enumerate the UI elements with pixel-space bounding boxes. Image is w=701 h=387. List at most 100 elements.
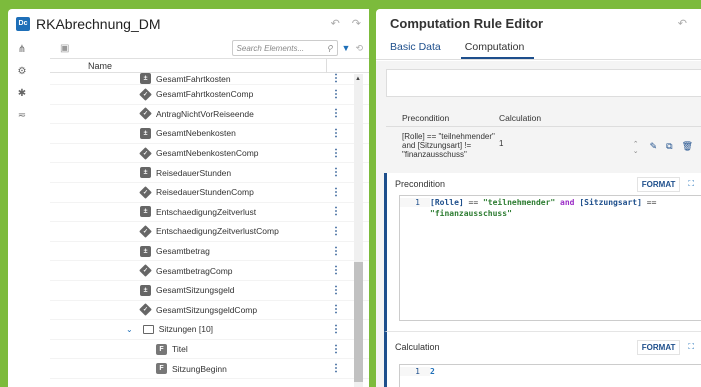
precondition-section: Precondition FORMAT ⛶ 1 [Rolle] == "teil… bbox=[384, 173, 701, 331]
precondition-editor[interactable]: 1 [Rolle] == "teilnehmender" and [Sitzun… bbox=[399, 195, 701, 321]
model-title: RKAbrechnung_DM bbox=[36, 15, 161, 32]
tree-row[interactable]: ± Gesamtbetrag ⋮ bbox=[50, 242, 369, 262]
calculation-editor[interactable]: 1 2 bbox=[399, 364, 701, 387]
calculator-icon: ± bbox=[140, 73, 151, 84]
more-options-icon[interactable]: ⋮ bbox=[331, 108, 341, 119]
chevron-down-icon[interactable]: ⌄ bbox=[126, 325, 133, 334]
copy-icon[interactable]: ⧉ bbox=[666, 141, 672, 155]
tab-basic-data[interactable]: Basic Data bbox=[390, 38, 441, 59]
tree-row[interactable]: ✓ ReisedauerStundenComp ⋮ bbox=[50, 183, 369, 203]
tree-row[interactable]: ✓ AntragNichtVorReiseende ⋮ bbox=[50, 105, 369, 125]
undo-icon[interactable]: ↶ bbox=[678, 17, 687, 30]
tree-row[interactable]: ✓ GesamtbetragComp ⋮ bbox=[50, 261, 369, 281]
more-options-icon[interactable]: ⋮ bbox=[331, 363, 341, 374]
more-options-icon[interactable]: ⋮ bbox=[331, 304, 341, 315]
field-icon: F bbox=[156, 343, 167, 355]
tree-row[interactable]: ± ReisedauerStunden ⋮ bbox=[50, 163, 369, 183]
more-options-icon[interactable]: ⋮ bbox=[331, 265, 341, 276]
tree-row[interactable]: ± EntschaedigungZeitverlust ⋮ bbox=[50, 203, 369, 223]
tree-row[interactable]: ± GesamtNebenkosten ⋮ bbox=[50, 124, 369, 144]
computation-rule-editor: Computation Rule Editor ↶ Basic Data Com… bbox=[376, 9, 701, 387]
diamond-icon: ✓ bbox=[139, 146, 152, 160]
scroll-up-icon[interactable]: ▲ bbox=[355, 76, 361, 82]
precondition-label: Precondition bbox=[395, 179, 446, 189]
search-placeholder: Search Elements... bbox=[236, 43, 305, 53]
calculation-section: Calculation FORMAT ⛶ 1 2 bbox=[384, 331, 701, 387]
more-options-icon[interactable]: ⋮ bbox=[331, 73, 341, 84]
expand-icon[interactable]: ⛶ bbox=[688, 179, 694, 189]
search-input[interactable]: Search Elements... ⚲ bbox=[231, 40, 338, 56]
calculation-column-header: Calculation bbox=[499, 112, 542, 123]
more-options-icon[interactable]: ⋮ bbox=[331, 128, 341, 139]
redo-icon[interactable]: ↷ bbox=[352, 17, 361, 30]
diamond-icon: ✓ bbox=[139, 264, 152, 278]
format-list-icon[interactable]: ≂ bbox=[18, 110, 26, 121]
more-options-icon[interactable]: ⋮ bbox=[331, 246, 341, 257]
tree-toolbar: ▣ Search Elements... ⚲ ▼ ⟲ bbox=[50, 38, 369, 59]
app-badge: Dc bbox=[16, 16, 30, 31]
row-calculation: 1 bbox=[499, 139, 504, 148]
editor-tabs: Basic Data Computation bbox=[376, 38, 701, 60]
tree-row[interactable]: ± GesamtSitzungsgeld ⋮ bbox=[50, 281, 369, 301]
search-icon[interactable]: ⚲ bbox=[327, 44, 333, 53]
line-number: 1 bbox=[400, 198, 430, 207]
calculator-icon: ± bbox=[140, 206, 151, 218]
description-box[interactable] bbox=[386, 69, 701, 97]
line-number: 1 bbox=[400, 367, 430, 376]
tree-row[interactable]: ✓ GesamtSitzungsgeldComp ⋮ bbox=[50, 301, 369, 321]
computation-content: Precondition Calculation [Rolle] == "tei… bbox=[376, 61, 701, 387]
gear-icon[interactable]: ⚙ bbox=[18, 66, 27, 77]
collapse-all-icon[interactable]: ▣ bbox=[60, 43, 69, 54]
hierarchy-icon[interactable]: ⋔ bbox=[18, 44, 26, 55]
format-button[interactable]: FORMAT bbox=[636, 339, 681, 355]
more-options-icon[interactable]: ⋮ bbox=[331, 226, 341, 237]
side-rail: ⋔ ⚙ ✱ ≂ bbox=[8, 38, 36, 387]
diamond-icon: ✓ bbox=[139, 303, 152, 317]
tree-row[interactable]: F Titel ⋮ bbox=[50, 340, 369, 360]
calculator-icon: ± bbox=[140, 245, 151, 257]
tree-row[interactable]: F SitzungBeginn ⋮ bbox=[50, 359, 369, 379]
scrollbar-thumb[interactable] bbox=[354, 262, 363, 382]
tree-row[interactable]: ⌄ Sitzungen [10] ⋮ bbox=[50, 320, 369, 340]
diamond-icon: ✓ bbox=[139, 225, 152, 238]
tree-row[interactable]: ✓ GesamtNebenkostenComp ⋮ bbox=[50, 144, 369, 164]
table-row[interactable]: [Rolle] == "teilnehmender" and [Sitzungs… bbox=[386, 127, 701, 159]
puzzle-icon[interactable]: ✱ bbox=[18, 88, 26, 99]
expand-icon[interactable]: ⛶ bbox=[688, 342, 694, 352]
tree-row[interactable]: ± GesamtFahrtkosten ⋮ bbox=[50, 73, 369, 85]
tree-row[interactable]: ✓ EntschaedigungZeitverlustComp ⋮ bbox=[50, 222, 369, 242]
rules-table: Precondition Calculation [Rolle] == "tei… bbox=[386, 109, 701, 165]
edit-icon[interactable]: ✎ bbox=[650, 141, 658, 155]
row-precondition: [Rolle] == "teilnehmender" and [Sitzungs… bbox=[402, 132, 495, 159]
undo-icon[interactable]: ↶ bbox=[331, 17, 340, 30]
panel-header: Dc RKAbrechnung_DM ↶ ↷ bbox=[8, 9, 369, 38]
filter-icon[interactable]: ▼ bbox=[342, 43, 351, 53]
more-options-icon[interactable]: ⋮ bbox=[331, 344, 341, 355]
diamond-icon: ✓ bbox=[139, 87, 152, 101]
tab-computation[interactable]: Computation bbox=[460, 38, 535, 59]
rules-table-header: Precondition Calculation bbox=[386, 109, 701, 127]
more-options-icon[interactable]: ⋮ bbox=[331, 285, 341, 296]
tree-scrollbar[interactable]: ▲ bbox=[354, 74, 363, 387]
diamond-icon: ✓ bbox=[139, 107, 152, 121]
format-button[interactable]: FORMAT bbox=[636, 176, 681, 192]
more-options-icon[interactable]: ⋮ bbox=[331, 187, 341, 198]
more-options-icon[interactable]: ⋮ bbox=[331, 324, 341, 335]
calculator-icon: ± bbox=[140, 284, 151, 296]
calculation-label: Calculation bbox=[395, 342, 440, 352]
diamond-icon: ✓ bbox=[139, 185, 152, 199]
more-options-icon[interactable]: ⋮ bbox=[331, 167, 341, 178]
field-icon: F bbox=[156, 363, 167, 375]
reset-icon[interactable]: ⟲ bbox=[355, 43, 363, 54]
tree-rows: ± GesamtFahrtkosten ⋮ ✓ GesamtFahrtkostenCom… bbox=[50, 73, 369, 379]
more-options-icon[interactable]: ⋮ bbox=[331, 148, 341, 159]
precondition-column-header: Precondition bbox=[402, 112, 450, 123]
more-options-icon[interactable]: ⋮ bbox=[331, 206, 341, 217]
more-options-icon[interactable]: ⋮ bbox=[331, 89, 341, 100]
data-model-panel: Dc RKAbrechnung_DM ↶ ↷ ⋔ ⚙ ✱ ≂ ▣ Search … bbox=[8, 9, 369, 387]
trash-icon[interactable]: 🗑 bbox=[682, 141, 693, 155]
editor-title: Computation Rule Editor bbox=[390, 16, 544, 31]
tree-row[interactable]: ✓ GesamtFahrtkostenComp ⋮ bbox=[50, 85, 369, 105]
reorder-icon[interactable]: ⌃ ⌄ bbox=[633, 141, 639, 155]
column-name-label: Name bbox=[88, 60, 113, 71]
